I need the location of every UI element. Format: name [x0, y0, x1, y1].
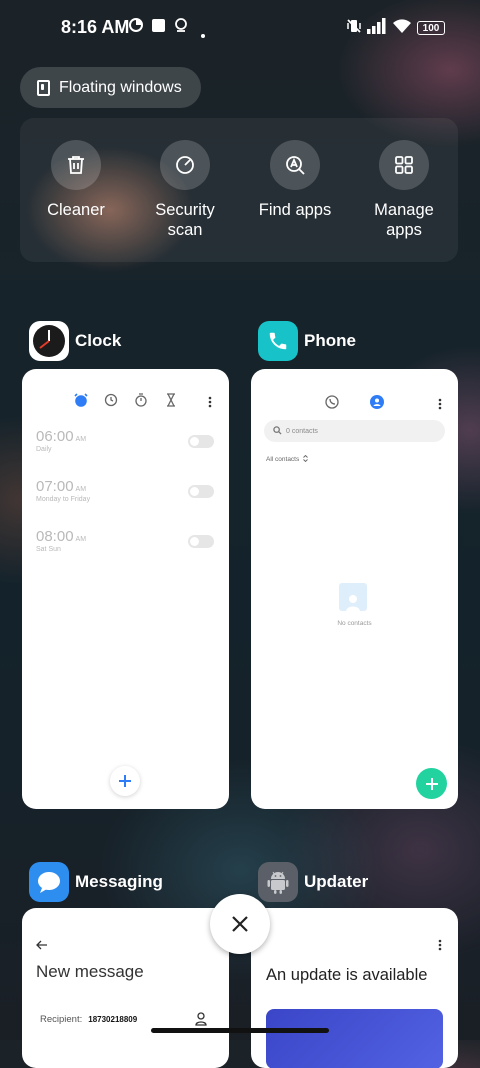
messaging-app-header[interactable]: Messaging — [29, 862, 163, 902]
find-apps-button[interactable]: Find apps — [245, 140, 345, 220]
security-scan-icon — [160, 140, 210, 190]
trash-icon — [51, 140, 101, 190]
battery-indicator: 100 — [417, 21, 445, 35]
alarm-repeat: Monday to Friday — [36, 496, 91, 503]
alarm-repeat: Sat Sun — [36, 546, 61, 553]
contacts-search-input[interactable]: 0 contacts — [264, 420, 445, 442]
empty-contacts-icon — [339, 583, 367, 611]
phone-app-icon — [258, 321, 298, 361]
find-apps-icon — [270, 140, 320, 190]
alarm-toggle[interactable] — [188, 435, 214, 448]
find-apps-label: Find apps — [258, 201, 332, 219]
signal-icon — [366, 18, 388, 39]
notification-icon — [174, 18, 188, 38]
security-scan-button[interactable]: Security scan — [135, 140, 235, 240]
updater-app-card[interactable]: An update is available — [251, 908, 458, 1068]
alarm-ampm: AM — [75, 536, 87, 543]
filter-label: All contacts — [266, 456, 300, 463]
plus-icon — [425, 777, 438, 790]
recipient-field[interactable]: Recipient: 18730218809 — [40, 1014, 137, 1025]
manage-apps-button[interactable]: Manage apps — [354, 140, 454, 240]
add-alarm-button[interactable] — [110, 766, 140, 796]
clock-app-card[interactable]: 06:00 AM Daily 07:00 AM Monday to Friday 0… — [22, 369, 229, 809]
alarm-tab-icon[interactable] — [74, 393, 88, 412]
update-title: An update is available — [266, 966, 428, 984]
recipient-label: Recipient: — [40, 1014, 83, 1025]
update-banner-image — [266, 1009, 443, 1068]
floating-window-icon — [37, 79, 50, 96]
contacts-filter[interactable]: All contacts — [266, 454, 309, 464]
phone-app-name: Phone — [304, 331, 356, 350]
search-placeholder: 0 contacts — [286, 427, 318, 435]
more-options-icon[interactable] — [438, 938, 442, 956]
timer-tab-icon[interactable] — [164, 393, 178, 412]
empty-contacts-text: No contacts — [337, 620, 372, 627]
alarm-toggle[interactable] — [188, 535, 214, 548]
more-options-icon[interactable] — [438, 397, 442, 415]
wifi-icon — [392, 18, 412, 39]
alarm-ampm: AM — [75, 486, 87, 493]
updater-app-icon — [258, 862, 298, 902]
new-message-title: New message — [36, 962, 144, 981]
messaging-app-card[interactable]: New message Recipient: 18730218809 — [22, 908, 229, 1068]
quick-actions-panel: Cleaner Security scan Find apps Manage a… — [20, 118, 458, 262]
status-time: 8:16 AM — [61, 17, 130, 37]
more-options-icon[interactable] — [208, 395, 212, 413]
messaging-app-name: Messaging — [75, 872, 163, 891]
grid-icon — [379, 140, 429, 190]
clock-app-header[interactable]: Clock — [29, 321, 121, 361]
security-scan-label: Security scan — [155, 201, 215, 239]
plus-icon — [119, 775, 131, 787]
sort-icon — [303, 454, 309, 464]
phone-app-card[interactable]: 0 contacts All contacts No contacts — [251, 369, 458, 809]
updater-app-name: Updater — [304, 872, 369, 891]
add-contact-button[interactable] — [416, 768, 447, 799]
vibrate-off-icon — [346, 18, 362, 39]
phone-app-header[interactable]: Phone — [258, 321, 356, 361]
recents-tab-icon[interactable] — [325, 395, 339, 414]
close-all-button[interactable] — [210, 894, 270, 954]
dot-icon — [201, 25, 205, 43]
stopwatch-tab-icon[interactable] — [134, 393, 148, 412]
clock-app-name: Clock — [75, 331, 122, 350]
alarm-time: 07:00 — [36, 478, 74, 495]
manage-apps-label: Manage apps — [374, 201, 434, 239]
clock-app-icon — [29, 321, 69, 361]
alarm-time: 06:00 — [36, 428, 74, 445]
alarm-repeat: Daily — [36, 446, 52, 453]
contacts-tab-icon[interactable] — [370, 395, 384, 414]
updater-app-header[interactable]: Updater — [258, 862, 368, 902]
alarm-toggle[interactable] — [188, 485, 214, 498]
alarm-time: 08:00 — [36, 528, 74, 545]
back-arrow-icon[interactable] — [36, 937, 48, 955]
floating-windows-label: Floating windows — [59, 78, 182, 96]
pie-icon — [129, 18, 143, 37]
close-icon — [232, 916, 248, 932]
square-icon — [151, 18, 166, 38]
home-indicator[interactable] — [151, 1028, 329, 1033]
floating-windows-button[interactable]: Floating windows — [20, 67, 201, 108]
alarm-ampm: AM — [75, 436, 87, 443]
search-icon — [273, 422, 282, 440]
world-clock-tab-icon[interactable] — [104, 393, 118, 412]
cleaner-button[interactable]: Cleaner — [26, 140, 126, 220]
cleaner-label: Cleaner — [47, 201, 105, 219]
recipient-value: 18730218809 — [88, 1015, 138, 1024]
messaging-app-icon — [29, 862, 69, 902]
status-bar: 8:16 AM 100 — [0, 0, 480, 56]
